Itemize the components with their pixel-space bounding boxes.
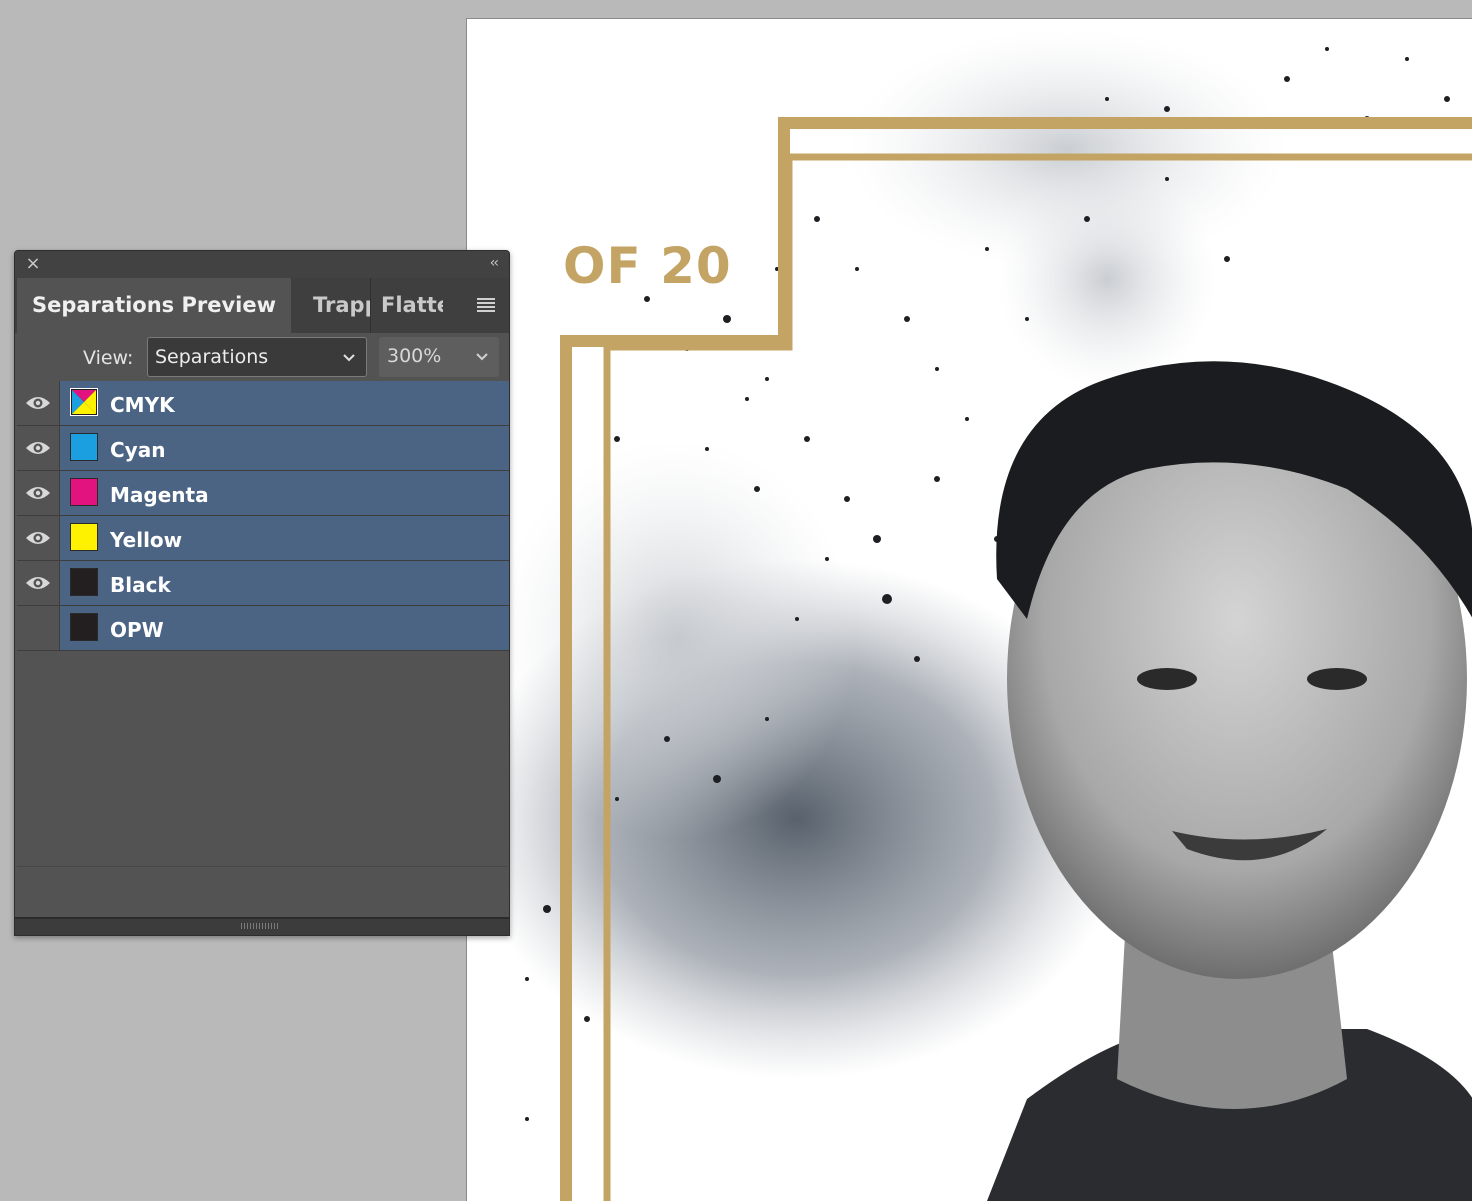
ink-label: CMYK (110, 393, 175, 417)
ink-row-black[interactable]: Black (17, 561, 509, 606)
eye-icon (26, 577, 50, 589)
panel-menu-icon[interactable] (477, 298, 495, 312)
view-dropdown[interactable]: Separations (147, 337, 367, 377)
collapse-icon[interactable]: ‹‹ (490, 255, 499, 271)
visibility-toggle[interactable] (17, 426, 60, 470)
ink-splash (847, 29, 1287, 269)
eye-icon (26, 442, 50, 454)
panel-footer-divider (17, 866, 507, 867)
ink-splash (497, 439, 857, 839)
ink-name-cell[interactable]: Cyan (60, 426, 509, 470)
ink-name-cell[interactable]: CMYK (60, 381, 509, 425)
eye-icon (26, 487, 50, 499)
visibility-toggle[interactable] (17, 381, 60, 425)
visibility-toggle[interactable] (17, 516, 60, 560)
page-number-text: OF 20 (563, 237, 732, 295)
portrait-eye (1137, 668, 1197, 690)
ink-row-cyan[interactable]: Cyan (17, 426, 509, 471)
ink-row-magenta[interactable]: Magenta (17, 471, 509, 516)
tab-trapping[interactable]: Trapping (305, 278, 371, 333)
chevron-down-icon (343, 354, 355, 362)
zoom-dropdown[interactable]: 300% (379, 337, 499, 377)
magenta-swatch (70, 478, 98, 506)
ink-label: Yellow (110, 528, 183, 552)
ink-name-cell[interactable]: Magenta (60, 471, 509, 515)
zoom-dropdown-value: 300% (387, 345, 442, 367)
panel-titlebar[interactable]: × ‹‹ (15, 251, 509, 278)
ink-label: OPW (110, 618, 164, 642)
close-icon[interactable]: × (25, 255, 41, 273)
visibility-toggle[interactable] (17, 471, 60, 515)
ink-row-opw[interactable]: OPW (17, 606, 509, 651)
eye-icon (26, 532, 50, 544)
eye-icon (26, 397, 50, 409)
view-label: View: (83, 347, 134, 369)
chevron-down-icon (476, 353, 488, 361)
ink-label: Cyan (110, 438, 166, 462)
ink-list: CMYK Cyan Magenta Yellow Black OPW (17, 381, 509, 651)
ink-label: Black (110, 573, 171, 597)
view-dropdown-value: Separations (155, 346, 269, 368)
visibility-toggle[interactable] (17, 561, 60, 605)
ink-row-yellow[interactable]: Yellow (17, 516, 509, 561)
cmyk-swatch-icon (70, 388, 98, 416)
panel-tabs: Separations Preview Trapping Flattener P… (15, 278, 509, 333)
view-row: View: Separations 300% (15, 333, 509, 385)
tab-separations-preview[interactable]: Separations Preview (17, 278, 291, 333)
separations-preview-panel: × ‹‹ Separations Preview Trapping Flatte… (14, 250, 510, 936)
tab-flattener-preview[interactable]: Flattener Preview (373, 278, 443, 333)
resize-grip-icon[interactable] (241, 923, 279, 929)
page-artwork (467, 29, 1472, 1201)
cyan-swatch (70, 433, 98, 461)
portrait-eye (1307, 668, 1367, 690)
black-swatch (70, 568, 98, 596)
ink-name-cell[interactable]: OPW (60, 606, 509, 650)
ink-row-cmyk[interactable]: CMYK (17, 381, 509, 426)
ink-name-cell[interactable]: Yellow (60, 516, 509, 560)
yellow-swatch (70, 523, 98, 551)
document-page: OF 20 (466, 18, 1472, 1201)
ink-name-cell[interactable]: Black (60, 561, 509, 605)
panel-resize-bar[interactable] (15, 917, 509, 935)
ink-label: Magenta (110, 483, 209, 507)
visibility-toggle[interactable] (17, 606, 60, 650)
opw-swatch (70, 613, 98, 641)
